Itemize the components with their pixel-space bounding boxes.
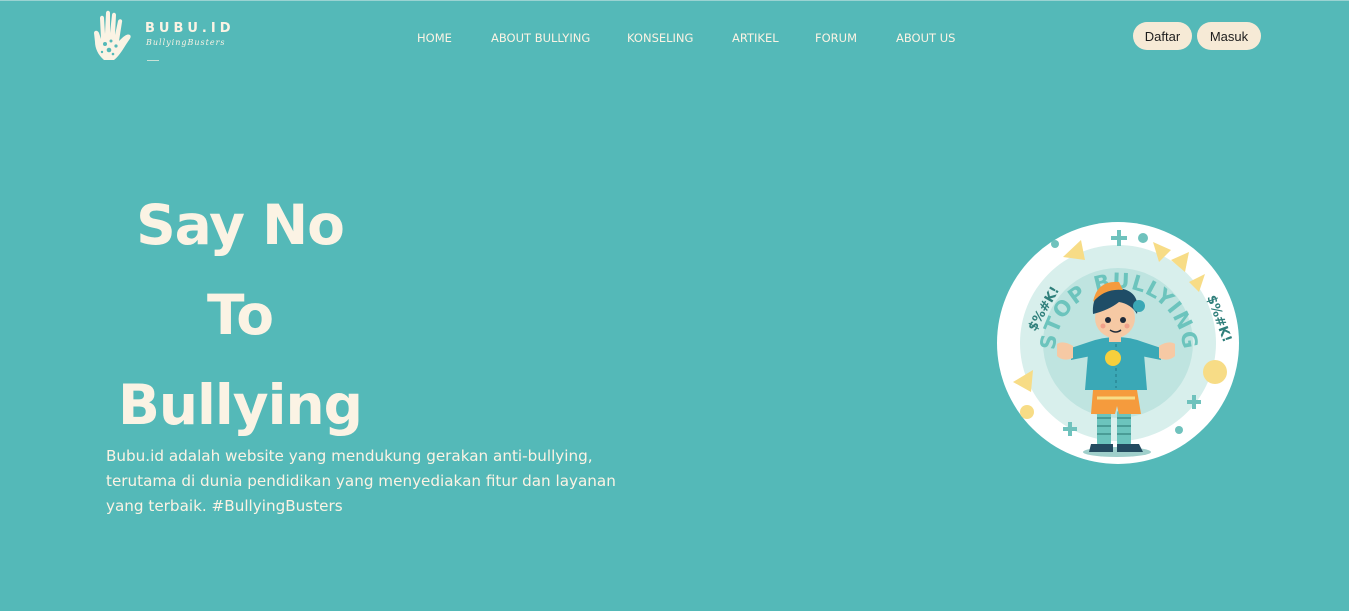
logo-underline bbox=[147, 60, 159, 61]
stop-bullying-badge-illustration: STOP BULLYING $%#K! $%#K! bbox=[997, 222, 1239, 464]
nav-item-konseling[interactable]: KONSELING bbox=[627, 31, 693, 45]
hero-title-line-1: Say No bbox=[136, 193, 345, 257]
hero-title-line-3: Bullying bbox=[117, 373, 363, 437]
register-button[interactable]: Daftar bbox=[1133, 22, 1192, 50]
login-button[interactable]: Masuk bbox=[1197, 22, 1261, 50]
nav-item-home[interactable]: HOME bbox=[417, 31, 452, 45]
top-border bbox=[0, 0, 1349, 1]
hero-title: Say No To Bullying bbox=[100, 180, 380, 450]
nav-item-artikel[interactable]: ARTIKEL bbox=[732, 31, 779, 45]
nav-item-about-us[interactable]: ABOUT US bbox=[896, 31, 955, 45]
nav-item-forum[interactable]: FORUM bbox=[815, 31, 857, 45]
hero-title-line-2: To bbox=[207, 283, 274, 347]
hero-description: Bubu.id adalah website yang mendukung ge… bbox=[106, 447, 616, 515]
nav-item-about-bullying[interactable]: ABOUT BULLYING bbox=[491, 31, 590, 45]
